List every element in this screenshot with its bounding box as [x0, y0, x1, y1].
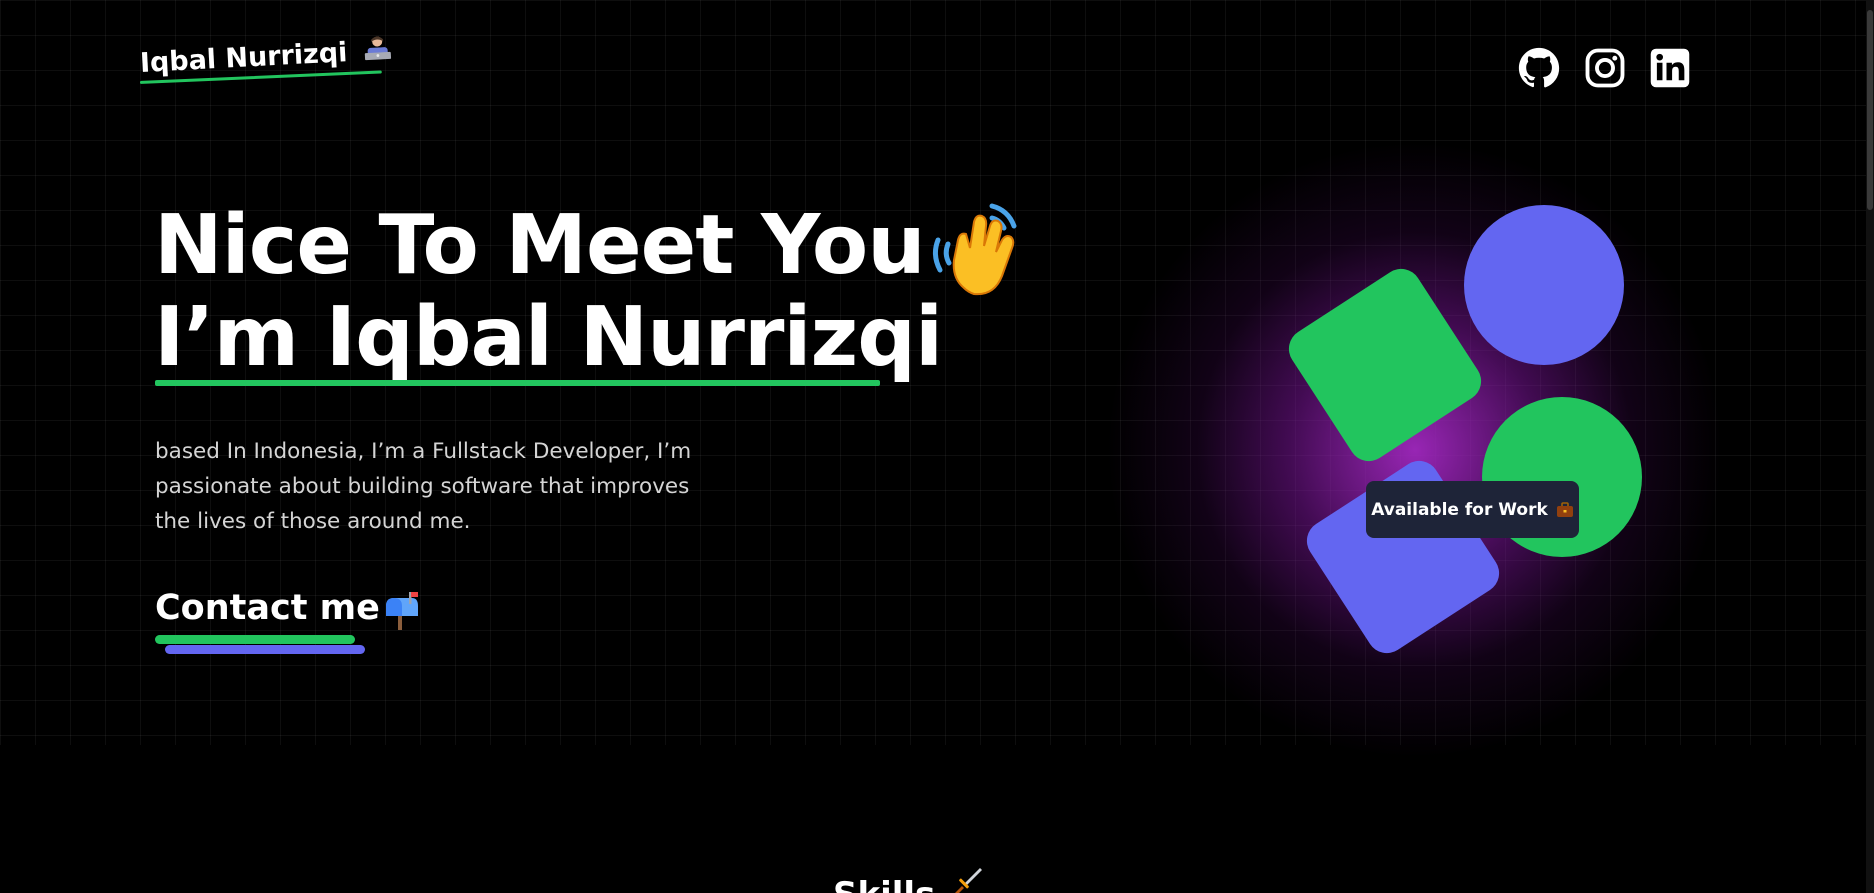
linkedin-link[interactable]: [1649, 47, 1691, 89]
github-link[interactable]: [1518, 47, 1560, 89]
page-scrollbar[interactable]: [1866, 0, 1874, 893]
dagger-icon: [950, 866, 984, 893]
badge-label: Available for Work: [1371, 499, 1548, 520]
available-for-work-badge: Available for Work: [1366, 481, 1579, 538]
waving-hand-icon: [930, 200, 1022, 300]
skills-heading: Skills: [833, 875, 935, 893]
contact-me-link[interactable]: Contact me: [155, 588, 380, 628]
instagram-icon: [1585, 48, 1625, 88]
headline-line-1: Nice To Meet You: [154, 198, 926, 293]
technologist-emoji-icon: [362, 35, 393, 63]
github-icon: [1518, 47, 1560, 88]
scrollbar-thumb[interactable]: [1867, 10, 1873, 210]
linkedin-icon: [1650, 48, 1690, 88]
hero-description: based In Indonesia, I’m a Fullstack Deve…: [155, 439, 692, 534]
briefcase-icon: [1556, 501, 1574, 518]
instagram-link[interactable]: [1584, 47, 1626, 89]
contact-underline-green: [155, 635, 355, 644]
headline-line-2: I’m Iqbal Nurrizqi: [154, 290, 943, 385]
contact-label: Contact me: [155, 588, 380, 628]
contact-underline-blue: [165, 645, 365, 654]
mailbox-icon: [382, 592, 420, 630]
purple-glow: [1095, 130, 1735, 770]
indigo-circle: [1464, 205, 1624, 365]
hero-headline: Nice To Meet You I’m Iqbal Nurrizqi: [154, 198, 943, 385]
page: Iqbal Nurrizqi Nice To Meet You I’m Iqba…: [0, 0, 1874, 893]
section-divider: [0, 745, 1874, 893]
name-underline: [155, 380, 880, 386]
